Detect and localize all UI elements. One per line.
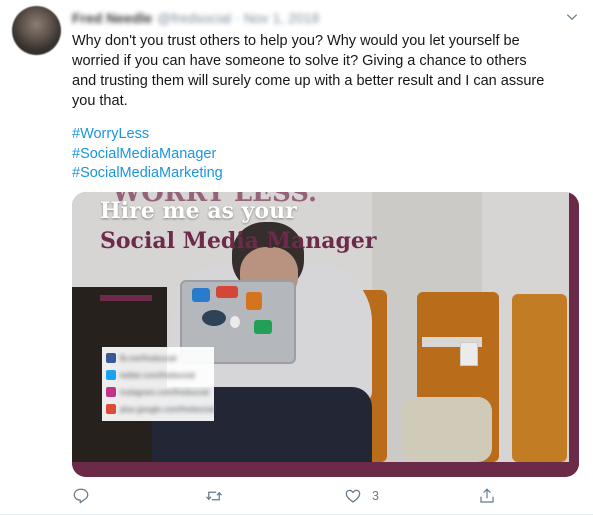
social-row-google-plus: plus.google.com/fredsocial [106, 402, 215, 416]
tweet-date-separator: · [231, 10, 244, 26]
share-button[interactable] [478, 487, 496, 505]
social-row-facebook: fb.me/fredsocial [106, 351, 176, 365]
instagram-icon [106, 387, 116, 397]
hashtag-link[interactable]: #SocialMediaMarketing [72, 164, 223, 184]
hashtag-link[interactable]: #SocialMediaManager [72, 145, 223, 165]
retweet-icon [206, 491, 222, 501]
tweet-header: Fred Needle @fredsocial · Nov 1, 2018 [72, 8, 319, 28]
tweet-media-image[interactable]: WORRY LESS. Hire me as your Social Media… [72, 192, 579, 477]
image-headline-line2: Social Media Manager [100, 228, 377, 254]
tweet-action-bar: 3 [0, 483, 593, 511]
chevron-down-icon[interactable] [565, 10, 579, 24]
image-frame-bottom [72, 462, 579, 477]
retweet-button[interactable] [205, 487, 223, 505]
author-name[interactable]: Fred Needle [72, 10, 152, 26]
tweet-card[interactable]: Fred Needle @fredsocial · Nov 1, 2018 Wh… [0, 0, 593, 515]
social-contact-box: fb.me/fredsocial twitter.com/fredsocial … [102, 347, 215, 421]
reply-icon [73, 488, 89, 504]
heart-icon [345, 489, 361, 503]
google-plus-icon [106, 404, 116, 414]
accent-bar [100, 295, 152, 301]
facebook-icon [106, 353, 116, 363]
twitter-icon [106, 370, 116, 380]
tweet-text: Why don't you trust others to help you? … [72, 33, 545, 109]
avatar[interactable] [12, 6, 61, 55]
like-button[interactable]: 3 [344, 487, 379, 505]
image-headline-line1: Hire me as your [100, 198, 297, 224]
share-icon [480, 488, 494, 503]
reply-button[interactable] [72, 487, 90, 505]
hashtag-link[interactable]: #WorryLess [72, 125, 223, 145]
social-row-instagram: instagram.com/fredsocial [106, 385, 209, 399]
tweet-date[interactable]: Nov 1, 2018 [244, 10, 320, 26]
hashtag-list: #WorryLess #SocialMediaManager #SocialMe… [72, 125, 223, 184]
like-count: 3 [372, 489, 379, 503]
social-row-twitter: twitter.com/fredsocial [106, 368, 195, 382]
image-frame-right [569, 192, 579, 477]
author-handle[interactable]: @fredsocial [157, 10, 231, 26]
